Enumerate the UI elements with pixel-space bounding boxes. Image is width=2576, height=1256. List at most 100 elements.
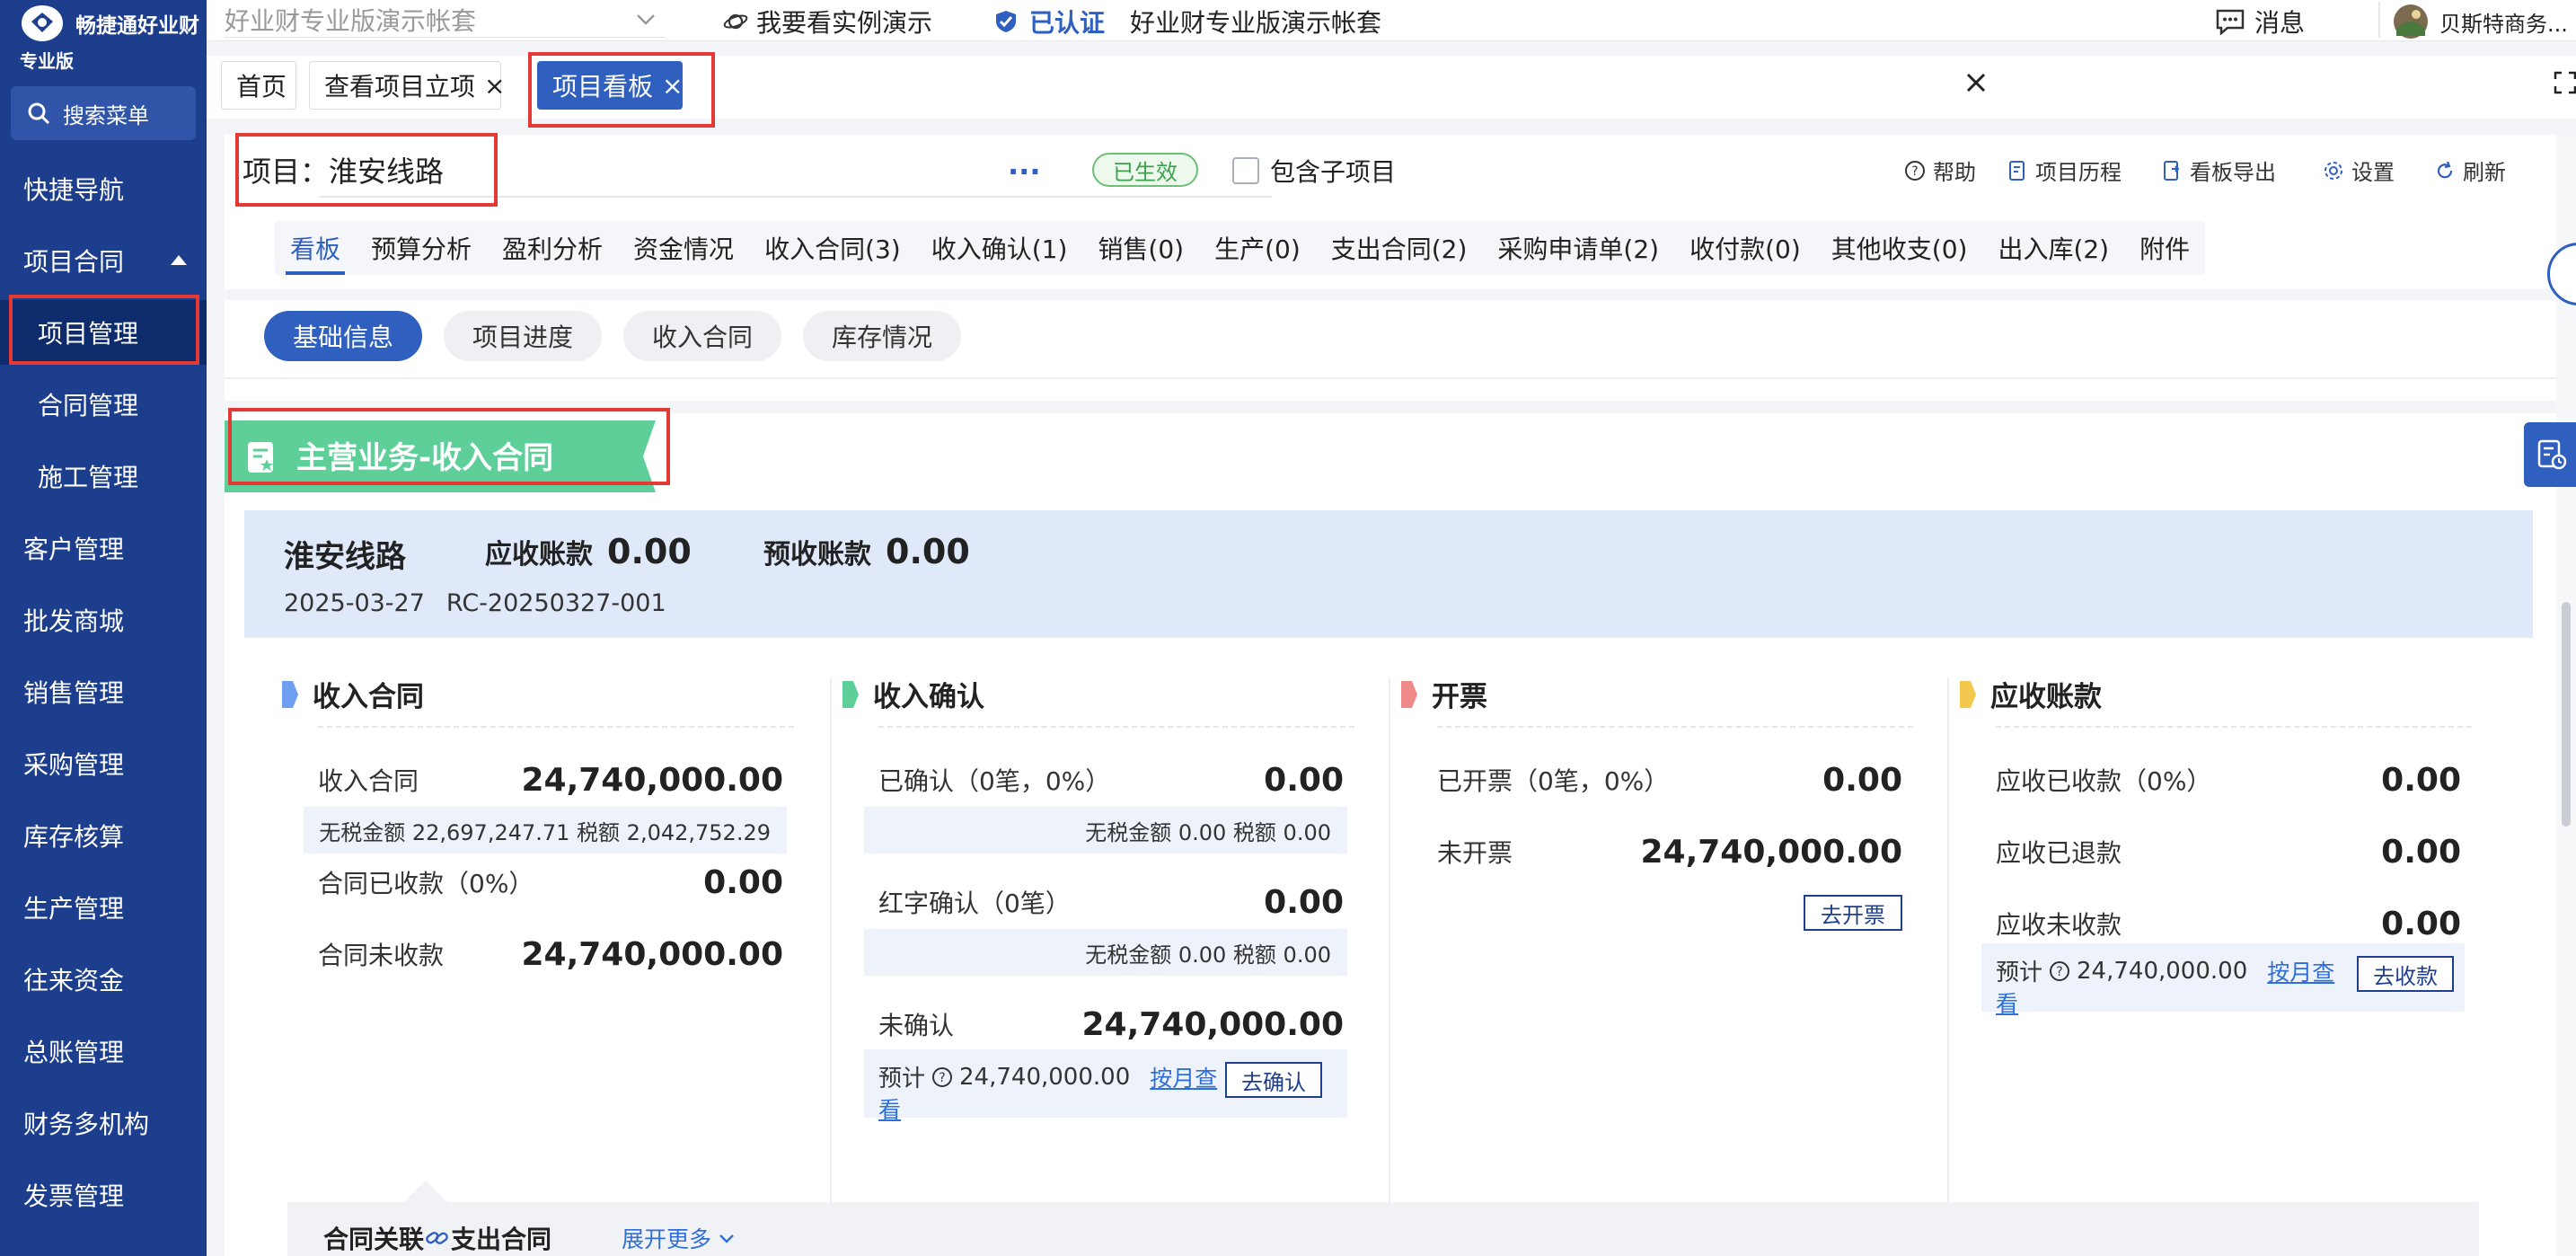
red-confirm-label: 红字确认（0笔） — [878, 889, 1071, 918]
expand-more-link[interactable]: 展开更多 — [622, 1222, 737, 1254]
subtab-inventory[interactable]: 库存情况 — [803, 311, 961, 361]
messages-button[interactable]: 消息 — [2215, 4, 2305, 40]
nav-multi-org-finance[interactable]: 财务多机构 — [0, 1091, 207, 1155]
nav-purchase-management[interactable]: 采购管理 — [0, 731, 207, 796]
unconfirmed-value: 24,740,000.00 — [1081, 1005, 1344, 1043]
nav-sales-management[interactable]: 销售管理 — [0, 659, 207, 724]
card-separator — [830, 677, 832, 1256]
subtab-income-contract[interactable]: 收入合同 — [623, 311, 781, 361]
view-by-month-link-cont[interactable]: 看 — [1996, 986, 2018, 1019]
subtab-project-progress[interactable]: 项目进度 — [444, 311, 602, 361]
project-history-button[interactable]: 项目历程 — [2007, 155, 2122, 186]
planet-icon — [723, 13, 748, 30]
brand-logo[interactable]: 畅捷通好业财 — [16, 2, 199, 45]
board-export-label: 看板导出 — [2190, 160, 2276, 185]
summary-code: RC-20250327-001 — [446, 589, 666, 617]
menu-search-button[interactable]: 搜索菜单 — [11, 86, 196, 140]
section-title: 主营业务-收入合同 — [296, 440, 554, 476]
flag-icon — [1401, 680, 1417, 708]
nav-wholesale-mall[interactable]: 批发商城 — [0, 588, 207, 652]
include-sub-project-checkbox[interactable]: 包含子项目 — [1232, 153, 1396, 189]
refresh-icon — [2437, 161, 2453, 178]
contract-unreceived-value: 24,740,000.00 — [521, 935, 783, 973]
account-select[interactable]: 好业财专业版演示帐套 — [225, 2, 665, 38]
help-button[interactable]: ? 帮助 — [1904, 155, 1976, 186]
help-circle-icon[interactable]: ? — [931, 1066, 954, 1089]
tab-home[interactable]: 首页 — [221, 61, 296, 110]
board-export-button[interactable]: 看板导出 — [2161, 155, 2276, 186]
document-star-icon — [248, 442, 273, 473]
verified-badge[interactable]: 已认证 — [993, 4, 1105, 40]
tab-home-label: 首页 — [236, 72, 287, 102]
module-tab-other-income-expense[interactable]: 其他收支(0) — [1816, 221, 1983, 275]
tab-view-project-setup[interactable]: 查看项目立项 × — [309, 61, 505, 110]
go-invoice-button[interactable]: 去开票 — [1804, 895, 1902, 931]
module-tab-attachments[interactable]: 附件 — [2124, 221, 2205, 275]
estimate-label: 预计 — [1996, 960, 2043, 986]
close-all-tabs-icon[interactable] — [1963, 70, 1989, 95]
project-label: 项目： — [243, 155, 330, 189]
module-tab-income-confirm[interactable]: 收入确认(1) — [916, 221, 1083, 275]
receivable-refunded-value: 0.00 — [2381, 833, 2461, 871]
nav-project-contract[interactable]: 项目合同 — [0, 228, 207, 293]
module-tab-profit[interactable]: 盈利分析 — [487, 221, 618, 275]
nav-construction-management[interactable]: 施工管理 — [0, 444, 207, 509]
nav-funds[interactable]: 往来资金 — [0, 947, 207, 1012]
tab-project-board[interactable]: 项目看板 × — [537, 61, 683, 110]
demo-link[interactable]: 我要看实例演示 — [722, 4, 932, 40]
nav-contract-management[interactable]: 合同管理 — [0, 372, 207, 437]
user-menu[interactable]: 贝斯特商务... — [2393, 4, 2568, 40]
module-tab-purchase-request[interactable]: 采购申请单(2) — [1482, 221, 1674, 275]
module-tab-sales[interactable]: 销售(0) — [1082, 221, 1199, 275]
card-receivable-header: 应收账款 — [1960, 674, 2102, 714]
page-tab-bar: 首页 查看项目立项 × 项目看板 × — [207, 56, 2576, 119]
help-circle-icon[interactable]: ? — [2048, 960, 2071, 983]
module-tab-production[interactable]: 生产(0) — [1199, 221, 1316, 275]
card-income-confirm: 收入确认 已确认（0笔，0%） 0.00 无税金额 0.00 税额 0.00 红字… — [842, 674, 1372, 1256]
nav-quick-nav[interactable]: 快捷导航 — [0, 156, 207, 221]
module-tab-budget[interactable]: 预算分析 — [356, 221, 487, 275]
project-more-button[interactable]: ··· — [1008, 155, 1040, 189]
close-icon[interactable]: × — [662, 71, 683, 101]
card-divider — [878, 726, 1354, 728]
gear-icon — [2325, 161, 2342, 180]
module-tab-income-contract[interactable]: 收入合同(3) — [749, 221, 916, 275]
estimate-value: 24,740,000.00 — [2077, 957, 2248, 985]
refresh-label: 刷新 — [2463, 160, 2506, 185]
checkbox-icon[interactable] — [1232, 157, 1259, 184]
refresh-button[interactable]: 刷新 — [2434, 155, 2506, 186]
module-tab-payments[interactable]: 收付款(0) — [1674, 221, 1816, 275]
tab-project-board-label: 项目看板 — [552, 72, 654, 102]
subtab-basic-info[interactable]: 基础信息 — [264, 311, 422, 361]
nav-project-management[interactable]: 项目管理 — [0, 300, 207, 365]
nav-invoice-management[interactable]: 发票管理 — [0, 1163, 207, 1227]
scrollbar-thumb[interactable] — [2562, 602, 2571, 827]
nav-general-ledger[interactable]: 总账管理 — [0, 1019, 207, 1084]
module-tab-expense-contract[interactable]: 支出合同(2) — [1316, 221, 1483, 275]
module-tab-board[interactable]: 看板 — [275, 221, 356, 275]
view-by-month-link[interactable]: 按月查 — [2267, 955, 2334, 987]
divider-line — [225, 377, 2556, 379]
go-collect-button[interactable]: 去收款 — [2357, 956, 2454, 992]
summary-meta: 2025-03-27 RC-20250327-001 — [284, 589, 666, 617]
close-icon[interactable]: × — [484, 71, 505, 101]
receivable-received-label: 应收已收款（0%） — [1996, 766, 2212, 796]
floating-note-button[interactable] — [2524, 422, 2576, 487]
avatar — [2394, 4, 2428, 39]
confirmed-label: 已确认（0笔，0%） — [878, 766, 1111, 796]
view-by-month-link[interactable]: 按月查 — [1150, 1061, 1217, 1093]
settings-button[interactable]: 设置 — [2323, 155, 2395, 186]
search-icon — [28, 102, 50, 125]
go-confirm-button[interactable]: 去确认 — [1225, 1062, 1322, 1098]
project-selector[interactable]: 项目：淮安线路 — [243, 149, 444, 190]
nav-inventory-accounting[interactable]: 库存核算 — [0, 803, 207, 868]
module-tab-funds[interactable]: 资金情况 — [618, 221, 749, 275]
nav-production-management[interactable]: 生产管理 — [0, 875, 207, 940]
include-sub-project-label: 包含子项目 — [1270, 157, 1397, 187]
module-tab-stock-io[interactable]: 出入库(2) — [1982, 221, 2124, 275]
view-by-month-link-cont[interactable]: 看 — [878, 1092, 901, 1125]
receivable-unreceived-label: 应收未收款 — [1996, 910, 2122, 940]
shield-check-icon — [996, 11, 1016, 32]
nav-customer-management[interactable]: 客户管理 — [0, 516, 207, 580]
fullscreen-icon[interactable] — [2553, 70, 2576, 95]
